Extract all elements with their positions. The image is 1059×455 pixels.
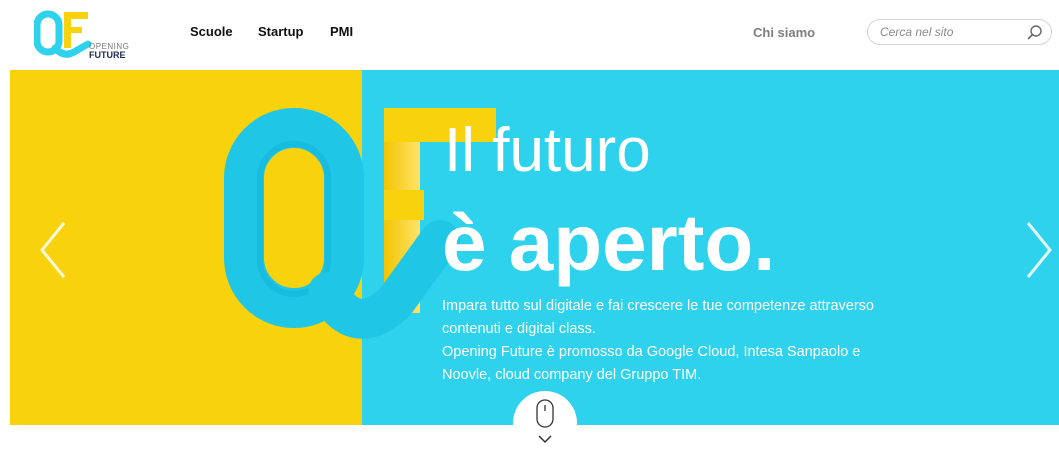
nav-item-chi-siamo[interactable]: Chi siamo: [753, 25, 815, 40]
mouse-scroll-icon: [536, 399, 554, 444]
hero-headline-line-2: è aperto.: [442, 198, 776, 287]
opening-future-logo[interactable]: OPENING FUTURE: [34, 8, 144, 62]
carousel-next-button[interactable]: [1018, 215, 1058, 285]
of-hero-mark-icon: [224, 108, 496, 339]
nav-item-scuole[interactable]: Scuole: [190, 24, 233, 39]
nav-item-startup[interactable]: Startup: [258, 24, 304, 39]
logo-line-2: FUTURE: [89, 50, 126, 60]
scroll-down-button[interactable]: [513, 391, 577, 455]
carousel-prev-button[interactable]: [34, 215, 74, 285]
site-header: OPENING FUTURE Scuole Startup PMI Chi si…: [0, 0, 1059, 70]
hero-paragraph-1: Impara tutto sul digitale e fai crescere…: [442, 298, 874, 337]
hero-headline-line-1: Il futuro: [444, 116, 651, 185]
hero-banner: Il futuro è aperto. Impara tutto sul dig…: [10, 70, 1059, 425]
search-input[interactable]: [880, 24, 1015, 40]
nav-item-pmi[interactable]: PMI: [330, 24, 353, 39]
chevron-right-icon: [1026, 222, 1052, 278]
of-logo-icon: [34, 10, 92, 58]
logo-wordmark: OPENING FUTURE: [89, 42, 129, 60]
search-icon[interactable]: [1026, 24, 1044, 42]
chevron-left-icon: [40, 222, 66, 278]
hero-paragraph-2: Opening Future è promosso da Google Clou…: [442, 344, 861, 383]
search-box: [867, 19, 1052, 45]
hero-description: Impara tutto sul digitale e fai crescere…: [442, 295, 912, 387]
